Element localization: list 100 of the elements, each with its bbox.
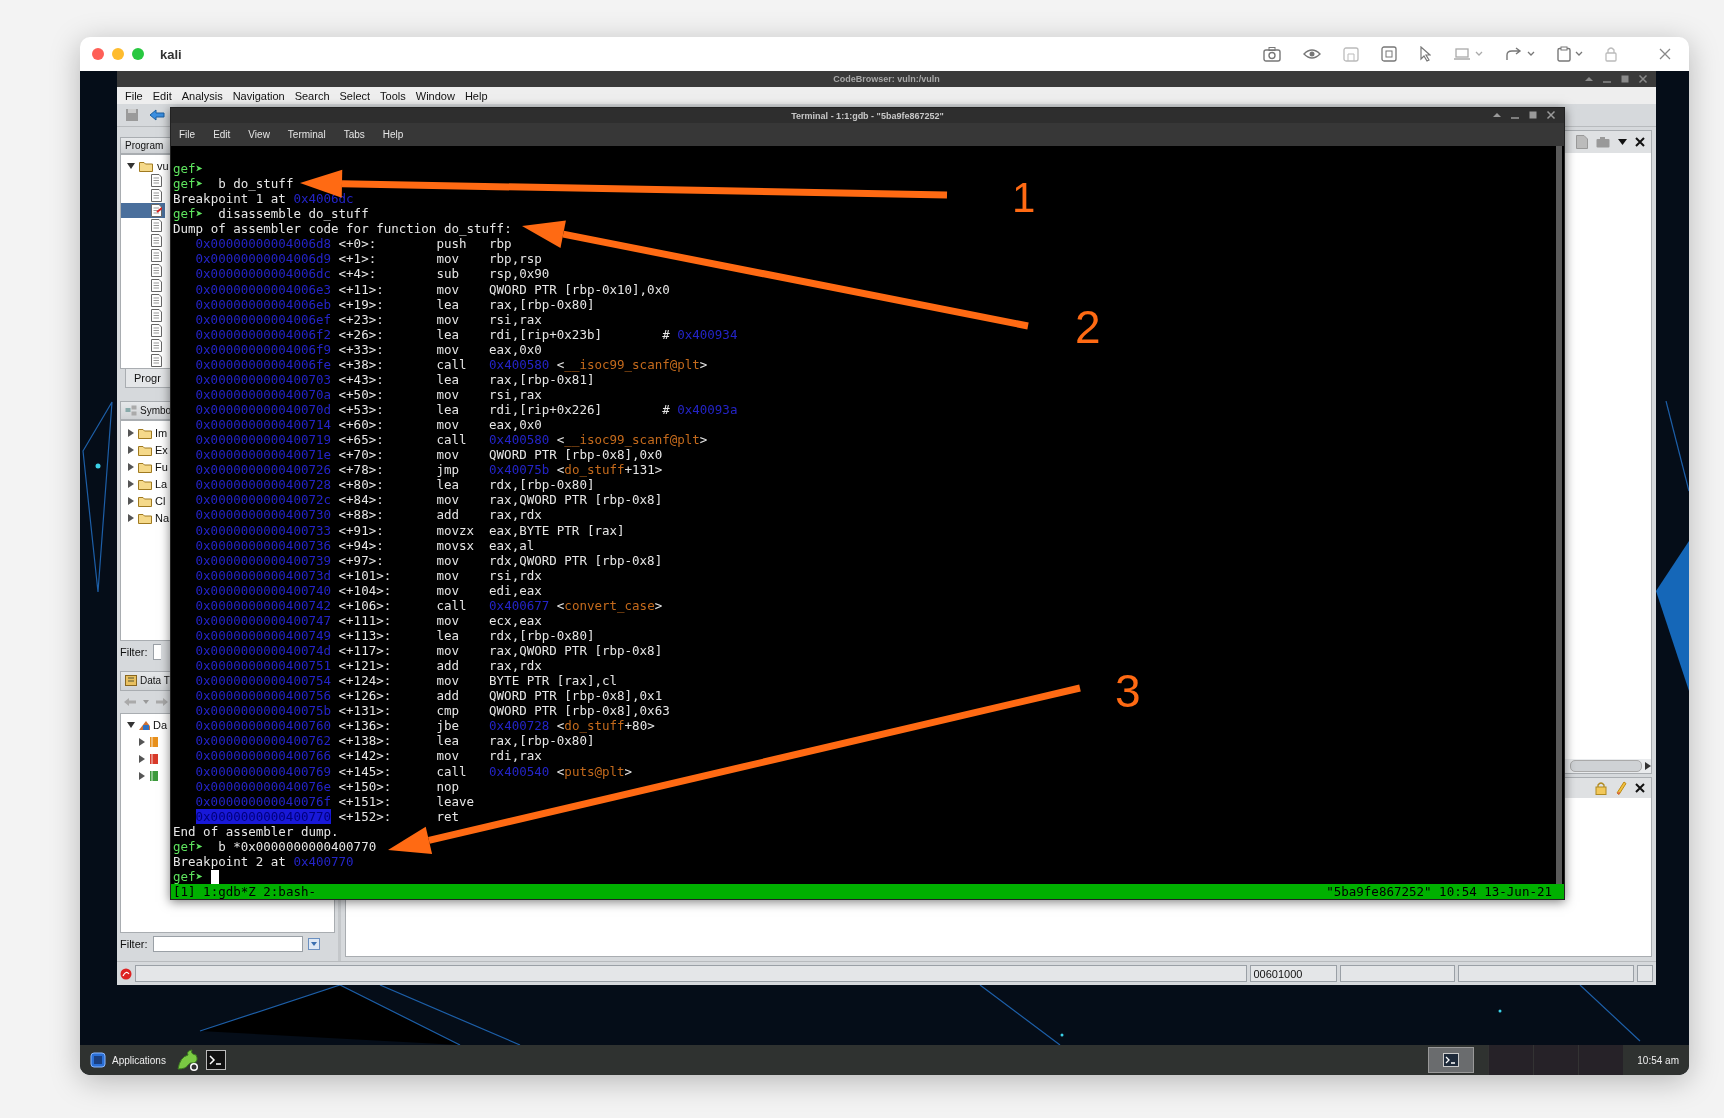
expand-caret-icon[interactable] xyxy=(127,721,135,729)
expand-caret-icon[interactable] xyxy=(127,462,135,471)
workspace-switcher[interactable] xyxy=(1488,1045,1534,1075)
document-icon xyxy=(151,309,162,322)
filter-field[interactable] xyxy=(152,936,303,952)
close-icon[interactable] xyxy=(1635,783,1645,793)
tree-item-label[interactable]: Fu xyxy=(155,460,168,473)
expand-caret-icon[interactable] xyxy=(127,428,135,437)
camera-icon[interactable] xyxy=(1263,46,1281,62)
terminal-line: gef➤ disassemble do_stuff xyxy=(173,206,369,222)
redo-icon[interactable] xyxy=(1505,47,1523,61)
filter-options-icon[interactable] xyxy=(307,938,320,950)
tree-row[interactable] xyxy=(121,203,165,218)
terminal-line: 0x0000000000400728 <+80>: lea rdx,[rbp-0x80] xyxy=(194,477,595,493)
terminal-line: 0x000000000040076f <+151>: leave xyxy=(194,793,475,809)
terminal-line: 0x0000000000400766 <+142>: mov rdi,rax xyxy=(194,748,542,764)
terminal-line: 0x000000000040070a <+50>: mov rsi,rax xyxy=(194,386,542,402)
expand-caret-icon[interactable] xyxy=(138,755,146,763)
terminal-line: 0x0000000000400703 <+43>: lea rax,[rbp-0x81] xyxy=(194,371,595,387)
terminal-line: 0x000000000040071e <+70>: mov QWORD PTR [rbp-0x8],0x0 xyxy=(194,447,663,463)
expand-caret-icon[interactable] xyxy=(127,513,135,522)
scroll-right-icon[interactable] xyxy=(1645,762,1651,770)
document-icon xyxy=(151,174,162,187)
chevron-down-icon[interactable] xyxy=(1475,51,1483,57)
terminal-line: 0x00000000004006e3 <+11>: mov QWORD PTR [rbp-0x10],0x0 xyxy=(194,281,670,297)
document-icon xyxy=(151,204,162,217)
close-window-button[interactable] xyxy=(92,48,104,60)
maximize-icon[interactable] xyxy=(1528,110,1538,120)
menu-item[interactable]: Terminal xyxy=(287,129,326,140)
terminal-line: 0x000000000040073d <+101>: mov rsi,rdx xyxy=(194,567,542,583)
applications-menu[interactable]: Applications xyxy=(86,1052,170,1068)
status-windows: [1] 1:gdb*Z 2:bash- xyxy=(173,884,316,899)
terminal-icon[interactable] xyxy=(205,1050,226,1070)
expand-caret-icon[interactable] xyxy=(138,738,146,746)
status-host-time: "5ba9fe867252" 10:54 13-Jun-21 xyxy=(1326,884,1552,899)
chevron-down-icon[interactable] xyxy=(1575,51,1583,57)
folder-icon xyxy=(138,494,152,507)
workspace-switcher[interactable] xyxy=(1578,1045,1624,1075)
tree-item-label[interactable]: Im xyxy=(155,426,168,439)
tree-item-label[interactable]: Da xyxy=(153,719,168,731)
workspace-switcher[interactable] xyxy=(1533,1045,1579,1075)
expand-caret-icon[interactable] xyxy=(138,772,146,780)
folder-icon xyxy=(138,511,152,524)
menu-item[interactable]: File xyxy=(179,129,196,140)
pointer-icon[interactable] xyxy=(1419,46,1431,62)
terminal-line: 0x00000000004006d8 <+0>: push rbp xyxy=(194,236,512,252)
terminal-line: 0x0000000000400751 <+121>: add rax,rdx xyxy=(194,658,542,674)
menu-item[interactable]: Help xyxy=(464,89,488,102)
maximize-icon[interactable] xyxy=(1620,74,1630,84)
grid-icon[interactable] xyxy=(1381,46,1397,62)
terminal-line: 0x0000000000400747 <+111>: mov ecx,eax xyxy=(194,612,542,628)
document-icon xyxy=(151,294,162,307)
chevron-down-icon[interactable] xyxy=(1527,51,1535,57)
tree-item-label[interactable]: Ex xyxy=(155,443,168,456)
menu-item[interactable]: Help xyxy=(382,129,404,140)
menu-item[interactable]: Tabs xyxy=(343,129,365,140)
terminal-line: 0x0000000000400730 <+88>: add rax,rdx xyxy=(194,507,542,523)
panel-title: Symbo xyxy=(140,405,172,416)
tree-item-label[interactable]: La xyxy=(155,477,168,490)
back-arrow-icon[interactable] xyxy=(149,109,165,121)
tree-item-label[interactable]: Na xyxy=(155,511,170,524)
menu-item[interactable]: Select xyxy=(339,89,371,102)
status-icon[interactable] xyxy=(120,967,132,980)
eye-icon[interactable] xyxy=(1303,48,1321,60)
clipboard-icon[interactable] xyxy=(1557,46,1571,62)
maximize-up-icon[interactable] xyxy=(1492,110,1502,120)
menu-item[interactable]: Tools xyxy=(380,89,406,102)
menu-item[interactable]: View xyxy=(248,129,270,140)
terminal-task-button[interactable] xyxy=(1428,1047,1475,1073)
menu-item[interactable]: Edit xyxy=(152,89,172,102)
lock-icon[interactable] xyxy=(1595,781,1607,795)
menu-item[interactable]: Window xyxy=(415,89,455,102)
menu-item[interactable]: File xyxy=(125,89,143,102)
menu-item[interactable]: Search xyxy=(294,89,330,102)
expand-caret-icon[interactable] xyxy=(127,161,135,170)
annotation-number: 3 xyxy=(1115,665,1141,717)
dragon-icon[interactable] xyxy=(175,1049,200,1071)
vertical-scrollbar[interactable] xyxy=(1556,146,1562,884)
menu-item[interactable]: Analysis xyxy=(181,89,223,102)
app-menu-icon xyxy=(90,1052,106,1068)
expand-caret-icon[interactable] xyxy=(127,479,135,488)
expand-caret-icon[interactable] xyxy=(127,496,135,505)
eraser-icon[interactable] xyxy=(1615,781,1627,795)
document-icon xyxy=(151,234,162,247)
dropdown-icon[interactable] xyxy=(1618,139,1627,145)
close-icon[interactable] xyxy=(1635,137,1645,147)
filter-field[interactable] xyxy=(152,643,161,660)
terminal-line: Breakpoint 1 at 0x4006dc xyxy=(173,191,354,207)
tree-item-label[interactable]: vu xyxy=(157,159,169,172)
document-icon xyxy=(151,219,162,232)
folder-icon xyxy=(138,460,152,473)
menu-item[interactable]: Navigation xyxy=(232,89,285,102)
terminal-line: 0x0000000000400742 <+106>: call 0x400677 <convert_case> xyxy=(194,597,663,613)
filter-label: Filter: xyxy=(120,938,148,950)
expand-caret-icon[interactable] xyxy=(127,445,135,454)
maximize-up-icon[interactable] xyxy=(1584,74,1594,84)
status-address: 00601000 xyxy=(1249,965,1338,982)
panel-tab[interactable]: Progr xyxy=(125,369,172,388)
tree-item-label[interactable]: Cl xyxy=(155,494,166,507)
menu-item[interactable]: Edit xyxy=(213,129,231,140)
